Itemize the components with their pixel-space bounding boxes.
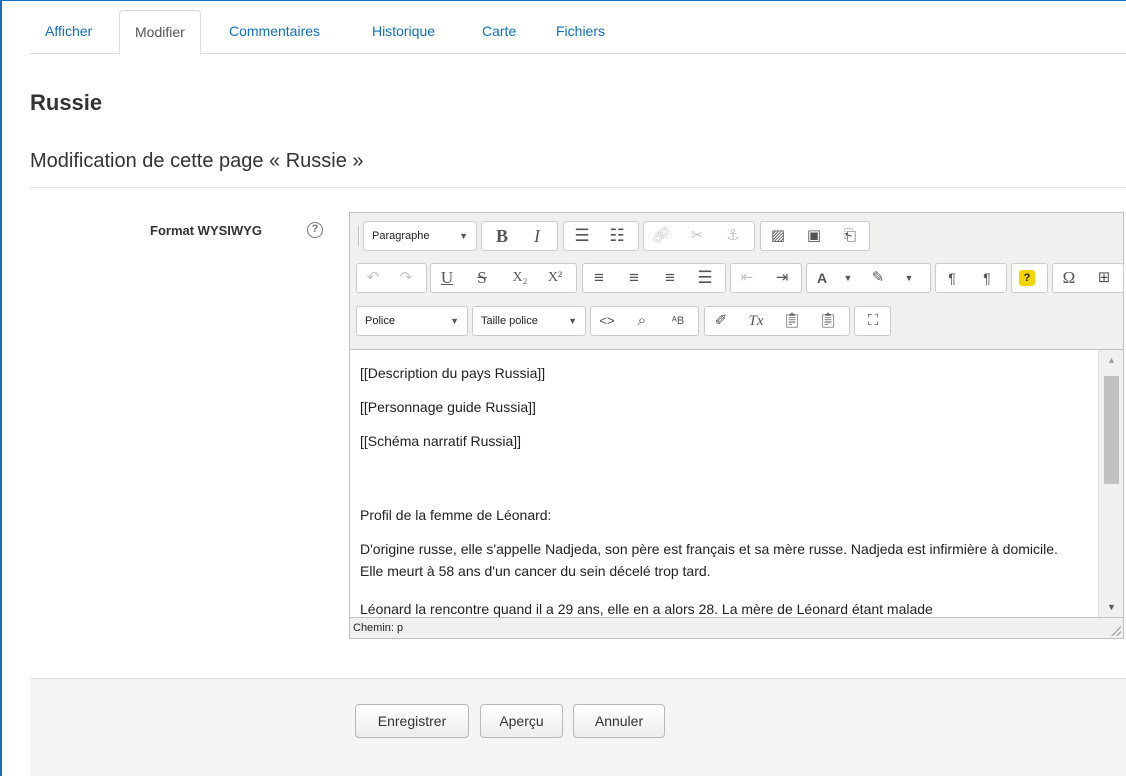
- direction-group: ¶ ¶: [935, 263, 1007, 293]
- font-select-value: Police: [365, 315, 395, 327]
- tab-carte[interactable]: Carte: [467, 10, 531, 54]
- code-icon[interactable]: <>: [596, 310, 618, 332]
- editor-content[interactable]: [[Description du pays Russia]] [[Personn…: [350, 349, 1098, 617]
- align-left-icon[interactable]: ≡: [588, 267, 610, 289]
- align-justify-icon[interactable]: ☰: [694, 267, 716, 289]
- question-icon[interactable]: ?: [1019, 270, 1035, 286]
- redo-icon[interactable]: ↷: [395, 267, 417, 289]
- help-group: ?: [1011, 263, 1048, 293]
- image-icon[interactable]: ▨: [767, 225, 789, 247]
- element-path: Chemin: p: [353, 622, 404, 634]
- media-group: ▨ ▣ ⎗: [760, 221, 870, 251]
- chevron-down-icon: ▼: [568, 316, 577, 326]
- chevron-down-icon[interactable]: ▼: [842, 267, 854, 289]
- chevron-down-icon[interactable]: ▼: [903, 267, 915, 289]
- cleanup-icon[interactable]: ✐: [710, 310, 732, 332]
- preview-button[interactable]: Aperçu: [480, 704, 563, 738]
- editor-scrollbar[interactable]: ▲ ▼: [1098, 349, 1123, 617]
- tab-modifier[interactable]: Modifier: [119, 10, 201, 55]
- anchor-icon[interactable]: ⚓︎: [722, 225, 744, 247]
- color-group: A ▼ ✎ ▼: [806, 263, 931, 293]
- outdent-icon[interactable]: ⇤: [736, 267, 758, 289]
- resize-handle-icon[interactable]: [1111, 626, 1121, 636]
- undo-icon[interactable]: ↶: [362, 267, 384, 289]
- replace-icon[interactable]: ᴬB: [667, 310, 689, 332]
- history-group: ↶ ↷: [356, 263, 427, 293]
- content-paragraph: Léonard la rencontre quand il a 29 ans, …: [360, 601, 933, 617]
- text-color-icon[interactable]: A: [811, 267, 833, 289]
- align-center-icon[interactable]: ≡: [623, 267, 645, 289]
- text-format-group: U S X₂ X²: [430, 263, 577, 293]
- content-paragraph: [[Personnage guide Russia]]: [360, 399, 536, 415]
- save-button[interactable]: Enregistrer: [355, 704, 469, 738]
- paste-text-icon[interactable]: 📋︎: [781, 310, 803, 332]
- link-group: 🔗︎ ✂︎ ⚓︎: [643, 221, 755, 251]
- cleanup-group: ✐ Tx 📋︎ 📋︎: [704, 306, 850, 336]
- indent-icon[interactable]: ⇥: [771, 267, 793, 289]
- chevron-down-icon: ▼: [450, 316, 459, 326]
- rtl-icon[interactable]: ¶: [976, 267, 998, 289]
- font-size-select-value: Taille police: [481, 315, 538, 327]
- frame-top-border: [0, 0, 1126, 1]
- wysiwyg-editor: Paragraphe ▼ B I ☰ ☷ 🔗︎ ✂︎ ⚓︎ ▨ ▣ ⎗ ↶ ↷ …: [349, 212, 1124, 639]
- bullet-list-icon[interactable]: ☰: [571, 225, 593, 247]
- content-paragraph: [[Description du pays Russia]]: [360, 365, 546, 381]
- tab-historique[interactable]: Historique: [357, 10, 450, 54]
- indent-group: ⇤ ⇥: [730, 263, 802, 293]
- link-icon[interactable]: 🔗︎: [650, 225, 672, 247]
- fullscreen-group: ⛶: [854, 306, 891, 336]
- remove-format-icon[interactable]: Tx: [745, 310, 767, 332]
- format-select[interactable]: Paragraphe ▼: [363, 221, 477, 251]
- text-style-group: B I: [481, 221, 558, 251]
- content-paragraph: Profil de la femme de Léonard:: [360, 507, 552, 523]
- scroll-up-icon[interactable]: ▲: [1099, 350, 1124, 370]
- page-subtitle: Modification de cette page « Russie »: [30, 150, 364, 172]
- italic-icon[interactable]: I: [526, 225, 548, 247]
- file-icon[interactable]: ⎗: [839, 225, 861, 247]
- scrollbar-thumb[interactable]: [1104, 376, 1119, 484]
- content-paragraph: [[Schéma narratif Russia]]: [360, 433, 522, 449]
- strikethrough-icon[interactable]: S: [471, 267, 493, 289]
- page-title: Russie: [30, 90, 103, 115]
- special-char-icon[interactable]: Ω: [1058, 267, 1080, 289]
- superscript-icon[interactable]: X²: [544, 267, 566, 289]
- list-group: ☰ ☷: [563, 221, 639, 251]
- scroll-down-icon[interactable]: ▼: [1099, 597, 1124, 617]
- editor-statusbar: Chemin: p: [350, 617, 1123, 638]
- toolbar-handle: [358, 226, 360, 246]
- paste-word-icon[interactable]: 📋︎: [817, 310, 839, 332]
- align-group: ≡ ≡ ≡ ☰: [582, 263, 726, 293]
- align-right-icon[interactable]: ≡: [659, 267, 681, 289]
- format-select-value: Paragraphe: [372, 230, 430, 242]
- fullscreen-icon[interactable]: ⛶: [862, 310, 884, 332]
- divider: [30, 187, 1126, 188]
- frame-left-border: [0, 0, 2, 776]
- font-select[interactable]: Police ▼: [356, 306, 468, 336]
- cancel-button[interactable]: Annuler: [573, 704, 665, 738]
- code-group: <> ⌕ ᴬB: [590, 306, 699, 336]
- tab-fichiers[interactable]: Fichiers: [541, 10, 620, 54]
- find-icon[interactable]: ⌕: [631, 310, 653, 332]
- underline-icon[interactable]: U: [436, 267, 458, 289]
- tab-commentaires[interactable]: Commentaires: [214, 10, 335, 54]
- highlight-color-icon[interactable]: ✎: [867, 267, 889, 289]
- help-icon[interactable]: ?: [307, 222, 323, 238]
- unlink-icon[interactable]: ✂︎: [686, 225, 708, 247]
- font-size-select[interactable]: Taille police ▼: [472, 306, 586, 336]
- numbered-list-icon[interactable]: ☷: [606, 225, 628, 247]
- media-icon[interactable]: ▣: [803, 225, 825, 247]
- ltr-icon[interactable]: ¶: [941, 267, 963, 289]
- chevron-down-icon: ▼: [459, 231, 468, 241]
- content-paragraph: D'origine russe, elle s'appelle Nadjeda,…: [360, 541, 1058, 579]
- insert-group: Ω ⊞: [1052, 263, 1124, 293]
- subscript-icon[interactable]: X₂: [509, 267, 531, 289]
- bold-icon[interactable]: B: [491, 225, 513, 247]
- field-label: Format WYSIWYG: [150, 223, 262, 238]
- table-icon[interactable]: ⊞: [1093, 267, 1115, 289]
- form-footer: Enregistrer Aperçu Annuler: [30, 678, 1126, 776]
- tab-bar: Afficher Modifier Commentaires Historiqu…: [30, 10, 1126, 55]
- tab-afficher[interactable]: Afficher: [30, 10, 107, 54]
